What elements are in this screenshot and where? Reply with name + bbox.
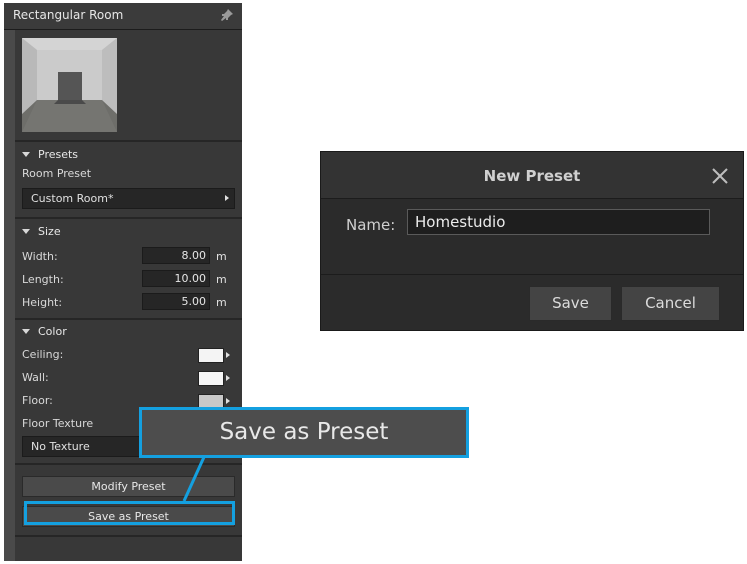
dialog-divider	[321, 274, 743, 275]
dialog-title: New Preset	[483, 167, 581, 185]
dialog-title-bar: New Preset	[321, 152, 743, 198]
close-icon[interactable]	[711, 167, 729, 185]
callout-label: Save as Preset	[142, 410, 466, 455]
save-button[interactable]: Save	[529, 286, 612, 321]
cancel-button[interactable]: Cancel	[621, 286, 720, 321]
new-preset-dialog: New Preset Name: Homestudio Save Cancel	[320, 151, 744, 331]
name-label: Name:	[346, 216, 396, 234]
preset-name-input[interactable]: Homestudio	[407, 209, 710, 235]
save-as-preset-callout: Save as Preset	[139, 407, 469, 458]
dialog-divider	[321, 198, 743, 199]
